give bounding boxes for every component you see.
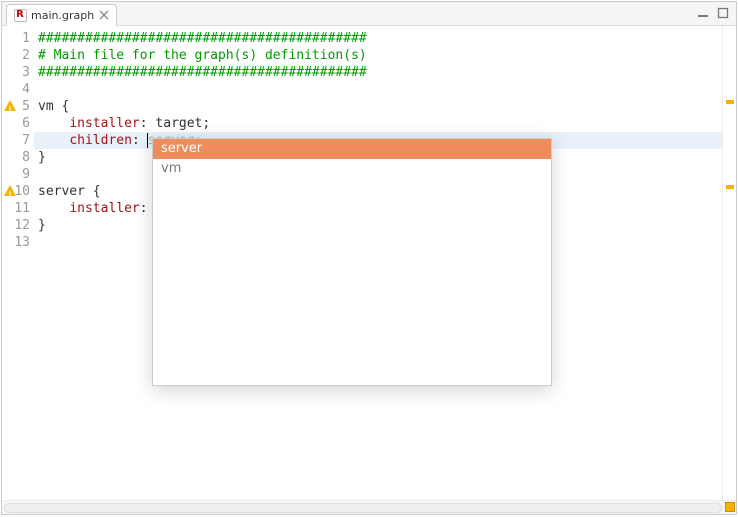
horizontal-scrollbar[interactable] [2, 500, 736, 514]
warning-marker[interactable] [726, 185, 734, 189]
code-line[interactable] [34, 81, 722, 98]
line-number: 3 [2, 64, 34, 81]
editor-window: R main.graph 12345678910111213 #########… [1, 1, 737, 515]
tab-title: main.graph [31, 9, 94, 22]
line-number: 8 [2, 149, 34, 166]
line-number: 7 [2, 132, 34, 149]
line-number: 11 [2, 200, 34, 217]
code-line[interactable]: # Main file for the graph(s) definition(… [34, 47, 722, 64]
file-type-icon: R [13, 8, 27, 22]
maximize-icon[interactable] [714, 5, 732, 21]
scrollbar-track[interactable] [4, 503, 722, 513]
line-number-gutter: 12345678910111213 [2, 26, 34, 500]
overview-ruler[interactable] [722, 26, 736, 500]
line-number: 1 [2, 30, 34, 47]
tab-strip: R main.graph [2, 2, 736, 26]
line-number: 9 [2, 166, 34, 183]
overview-corner [725, 502, 735, 512]
line-number: 2 [2, 47, 34, 64]
line-number: 5 [2, 98, 34, 115]
code-line[interactable]: ########################################… [34, 64, 722, 81]
editor-area[interactable]: 12345678910111213 ######################… [2, 26, 736, 500]
line-number: 10 [2, 183, 34, 200]
line-number: 13 [2, 234, 34, 251]
autocomplete-item[interactable]: server [153, 139, 551, 159]
tab-main-graph[interactable]: R main.graph [6, 4, 117, 26]
autocomplete-item[interactable]: vm [153, 159, 551, 179]
window-controls [694, 5, 732, 21]
code-line[interactable]: vm { [34, 98, 722, 115]
minimize-icon[interactable] [694, 5, 712, 21]
autocomplete-popup[interactable]: servervm [152, 138, 552, 386]
code-line[interactable]: installer: target; [34, 115, 722, 132]
line-number: 6 [2, 115, 34, 132]
warning-marker[interactable] [726, 100, 734, 104]
code-line[interactable]: ########################################… [34, 30, 722, 47]
close-icon[interactable] [98, 9, 110, 21]
line-number: 4 [2, 81, 34, 98]
line-number: 12 [2, 217, 34, 234]
